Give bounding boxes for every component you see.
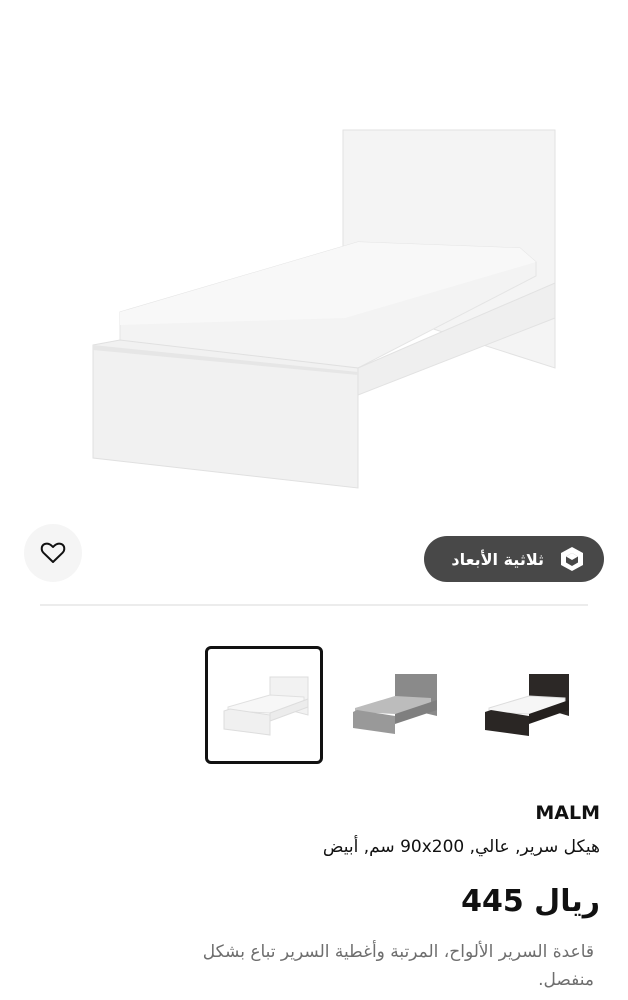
view-3d-label: ثلاثية الأبعاد xyxy=(451,549,544,569)
black-bed-thumb-image xyxy=(485,674,569,736)
divider xyxy=(40,604,588,606)
bed-illustration xyxy=(92,129,556,489)
product-name: MALM xyxy=(535,802,600,824)
product-price: ريال 445 xyxy=(461,884,600,919)
gray-bed-thumb-image xyxy=(353,674,437,734)
variant-thumbnails xyxy=(0,646,628,766)
product-long-description: قاعدة السرير الألواح، المرتبة وأغطية الس… xyxy=(202,942,594,988)
product-description: هيكل سرير, عالي, 90x200 سم, أبيض xyxy=(322,837,600,857)
variant-thumb-gray[interactable] xyxy=(343,646,461,764)
white-bed-thumb-image xyxy=(223,676,309,736)
heart-icon xyxy=(40,542,66,563)
product-image[interactable] xyxy=(0,0,628,510)
cube-icon xyxy=(561,547,583,571)
favorite-button[interactable] xyxy=(24,524,82,582)
view-3d-button[interactable]: ثلاثية الأبعاد xyxy=(424,536,604,582)
variant-thumb-white[interactable] xyxy=(205,646,323,764)
variant-thumb-black-brown[interactable] xyxy=(475,646,593,764)
